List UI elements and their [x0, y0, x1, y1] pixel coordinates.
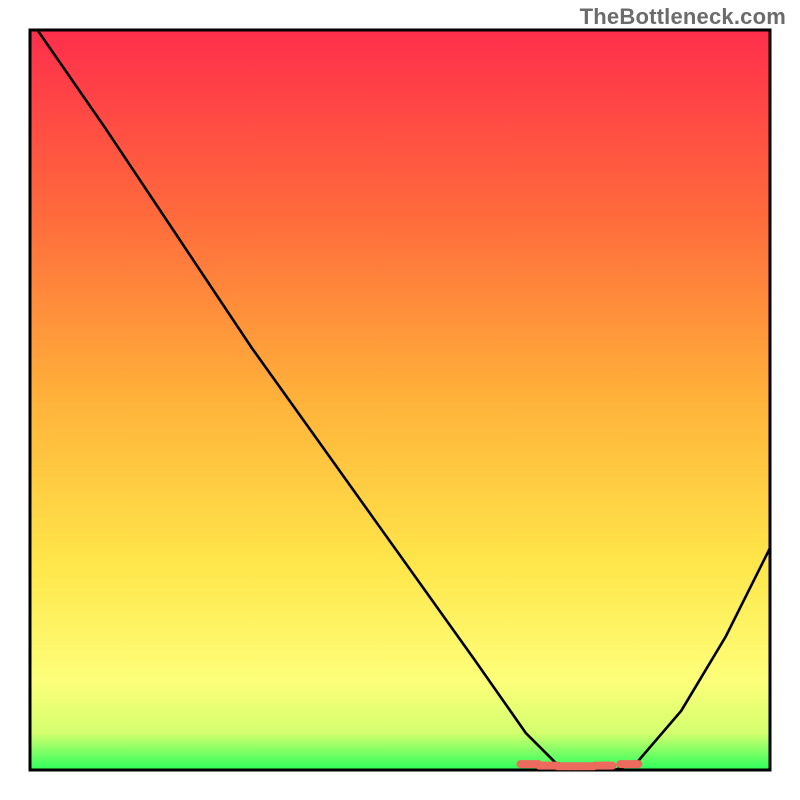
plot-background [30, 30, 770, 770]
bottleneck-chart [0, 0, 800, 800]
watermark-label: TheBottleneck.com [580, 4, 786, 30]
optimal-range-markers [521, 764, 639, 766]
